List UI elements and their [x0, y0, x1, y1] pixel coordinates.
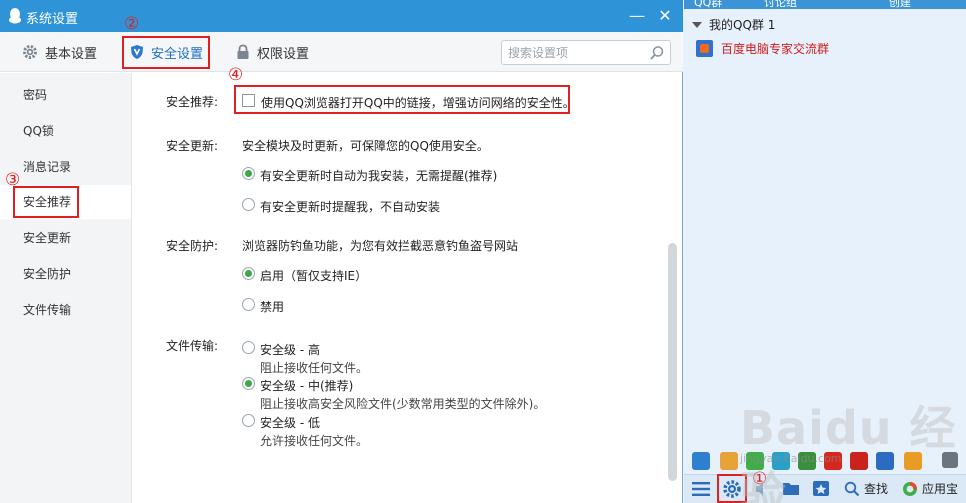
annotation-box-checkbox — [234, 85, 570, 114]
radio-button[interactable] — [242, 414, 255, 427]
tab-basic-settings[interactable]: 基本设置 — [22, 38, 97, 66]
title-bar: 系统设置 — ✕ — [0, 0, 683, 32]
option-sub: 阻止接收任何文件。 — [260, 361, 369, 375]
group-avatar — [696, 40, 713, 57]
radio-label: 启用（暂仅支持IE） — [260, 269, 368, 283]
annotation-number-2: ② — [124, 14, 140, 34]
radio-label: 有安全更新时自动为我安装，无需提醒(推荐) — [260, 169, 498, 183]
settings-content: 安全推荐: 使用QQ浏览器打开QQ中的链接，增强访问网络的安全性。 安全更新: … — [132, 73, 683, 503]
tab-discussion[interactable]: 讨论组 — [764, 0, 797, 10]
menu-icon[interactable] — [692, 482, 710, 496]
transfer-radio-low[interactable]: 安全级 - 低 允许接收任何文件。 — [242, 414, 368, 449]
update-desc: 安全模块及时更新，可保障您的QQ使用安全。 — [242, 139, 489, 153]
radio-label: 安全级 - 高 阻止接收任何文件。 — [260, 341, 368, 376]
settings-dialog: 系统设置 — ✕ 基本设置 安全设置 权限设置 搜索设置项 密码 QQ锁 消息记… — [0, 0, 683, 503]
update-radio-notify[interactable]: 有安全更新时提醒我，不自动安装 — [242, 198, 440, 215]
sidebar-item-security-protect[interactable]: 安全防护 — [0, 257, 131, 291]
tab-qq-group[interactable]: QQ群 — [694, 0, 722, 10]
sidebar-item-qq-lock[interactable]: QQ锁 — [0, 114, 131, 148]
update-radio-auto[interactable]: 有安全更新时自动为我安装，无需提醒(推荐) — [242, 167, 497, 184]
search-input[interactable] — [508, 44, 648, 62]
sidebar-item-password[interactable]: 密码 — [0, 78, 131, 112]
radio-label: 有安全更新时提醒我，不自动安装 — [260, 200, 441, 214]
radio-label: 禁用 — [260, 300, 285, 314]
sidebar-item-file-transfer[interactable]: 文件传输 — [0, 293, 131, 327]
radio-button[interactable] — [242, 298, 255, 311]
create-button[interactable]: 创建 — [889, 0, 911, 10]
radio-button[interactable] — [242, 267, 255, 280]
app-icon[interactable] — [692, 452, 710, 470]
search-icon[interactable] — [649, 45, 665, 61]
option-title: 安全级 - 中(推荐) — [260, 379, 354, 393]
transfer-radio-high[interactable]: 安全级 - 高 阻止接收任何文件。 — [242, 341, 368, 376]
radio-button[interactable] — [242, 167, 255, 180]
option-title: 安全级 - 低 — [260, 416, 320, 430]
radio-button[interactable] — [242, 377, 255, 390]
tab-label: 基本设置 — [45, 46, 98, 62]
tab-bar: 基本设置 安全设置 权限设置 — [0, 32, 683, 72]
transfer-label: 文件传输: — [166, 339, 219, 353]
scrollbar[interactable] — [668, 243, 677, 481]
protect-radio-enable[interactable]: 启用（暂仅支持IE） — [242, 267, 367, 284]
minimize-button[interactable]: — — [627, 6, 647, 26]
annotation-box-security-tab — [122, 36, 210, 69]
lock-icon — [237, 44, 249, 59]
group-folder-header[interactable]: 我的QQ群 1 — [692, 16, 775, 33]
protect-label: 安全防护: — [166, 239, 219, 253]
settings-sidebar: 密码 QQ锁 消息记录 安全推荐 安全更新 安全防护 文件传输 — [0, 73, 132, 503]
option-sub: 阻止接收高安全风险文件(少数常用类型的文件除外)。 — [260, 397, 546, 411]
panel-top-tabs: QQ群 讨论组 创建 — [684, 0, 966, 9]
group-folder-label: 我的QQ群 1 — [709, 18, 776, 32]
app-icon[interactable] — [720, 452, 738, 470]
recommend-label: 安全推荐: — [166, 95, 219, 109]
group-name: 百度电脑专家交流群 — [721, 42, 830, 56]
group-list-item[interactable]: 百度电脑专家交流群 — [696, 40, 829, 57]
tab-permission-settings[interactable]: 权限设置 — [236, 38, 309, 66]
collapse-arrow-icon — [692, 21, 702, 28]
radio-label: 安全级 - 中(推荐) 阻止接收高安全风险文件(少数常用类型的文件除外)。 — [260, 377, 545, 412]
sidebar-item-security-update[interactable]: 安全更新 — [0, 221, 131, 255]
option-sub: 允许接收任何文件。 — [260, 434, 369, 448]
annotation-number-4: ④ — [228, 65, 244, 85]
watermark-logo: Baidu 经验 — [740, 401, 957, 503]
watermark-url: jingyan.baidu.com — [740, 452, 842, 465]
window-title: 系统设置 — [26, 12, 79, 27]
protect-desc: 浏览器防钓鱼功能，为您有效拦截恶意钓鱼盗号网站 — [242, 239, 519, 253]
transfer-radio-medium[interactable]: 安全级 - 中(推荐) 阻止接收高安全风险文件(少数常用类型的文件除外)。 — [242, 377, 545, 412]
tab-label: 权限设置 — [257, 46, 310, 62]
search-box[interactable] — [501, 40, 671, 65]
protect-radio-disable[interactable]: 禁用 — [242, 298, 284, 315]
annotation-number-3: ③ — [5, 170, 21, 190]
update-label: 安全更新: — [166, 139, 219, 153]
annotation-box-security-recommend — [13, 186, 79, 218]
radio-label: 安全级 - 低 允许接收任何文件。 — [260, 414, 368, 449]
radio-button[interactable] — [242, 341, 255, 354]
close-button[interactable]: ✕ — [655, 6, 675, 26]
qq-penguin-icon — [9, 8, 21, 24]
radio-button[interactable] — [242, 198, 255, 211]
gear-icon — [23, 45, 37, 59]
option-title: 安全级 - 高 — [260, 343, 320, 357]
